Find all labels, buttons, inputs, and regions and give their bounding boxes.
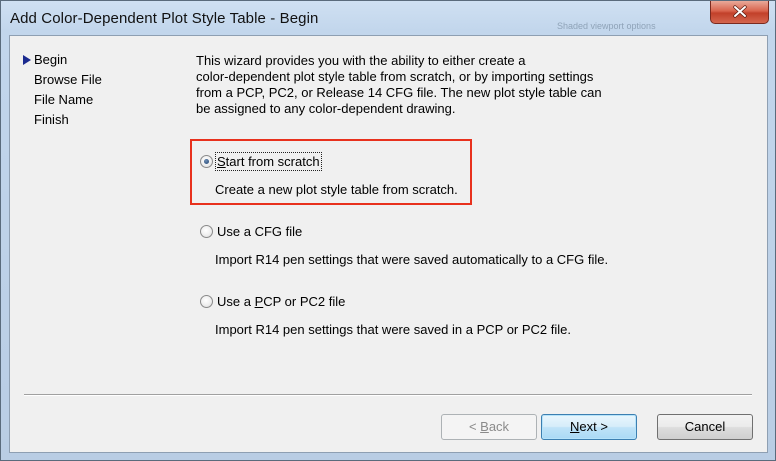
intro-line: This wizard provides you with the abilit…	[196, 53, 526, 68]
intro-line: from a PCP, PC2, or Release 14 CFG file.…	[196, 85, 602, 100]
use-pcp-file-radio[interactable]	[200, 295, 213, 308]
title-bar[interactable]: Add Color-Dependent Plot Style Table - B…	[1, 1, 775, 35]
start-from-scratch-radio[interactable]	[200, 155, 213, 168]
use-pcp-file-label[interactable]: Use a PCP or PC2 file	[217, 294, 345, 309]
use-cfg-file-description: Import R14 pen settings that were saved …	[215, 252, 609, 267]
intro-line: color-dependent plot style table from sc…	[196, 69, 594, 84]
use-cfg-file-radio[interactable]	[200, 225, 213, 238]
current-step-arrow-icon	[23, 55, 31, 65]
wizard-body: Begin Browse File File Name Finish This …	[9, 35, 768, 453]
nav-step-file-name: File Name	[34, 92, 94, 107]
use-cfg-file-label[interactable]: Use a CFG file	[217, 224, 302, 239]
cancel-button[interactable]: Cancel	[657, 414, 753, 440]
background-hint-text: Shaded viewport options	[557, 21, 656, 31]
intro-line: be assigned to any color-dependent drawi…	[196, 101, 456, 116]
close-button[interactable]	[710, 1, 769, 24]
window-title: Add Color-Dependent Plot Style Table - B…	[10, 10, 319, 27]
wizard-dialog: Add Color-Dependent Plot Style Table - B…	[0, 0, 776, 461]
intro-text: This wizard provides you with the abilit…	[196, 53, 616, 117]
back-button[interactable]: < Back	[441, 414, 537, 440]
next-button[interactable]: Next >	[541, 414, 637, 440]
close-icon	[733, 5, 747, 18]
nav-step-finish: Finish	[34, 112, 69, 127]
nav-step-browse-file: Browse File	[34, 72, 102, 87]
use-pcp-file-description: Import R14 pen settings that were saved …	[215, 322, 571, 337]
start-from-scratch-label[interactable]: Start from scratch	[215, 152, 322, 171]
nav-step-begin: Begin	[34, 52, 68, 67]
start-from-scratch-description: Create a new plot style table from scrat…	[215, 182, 458, 197]
start-from-scratch-label-rest: tart from scratch	[225, 154, 320, 169]
button-divider	[24, 394, 752, 396]
